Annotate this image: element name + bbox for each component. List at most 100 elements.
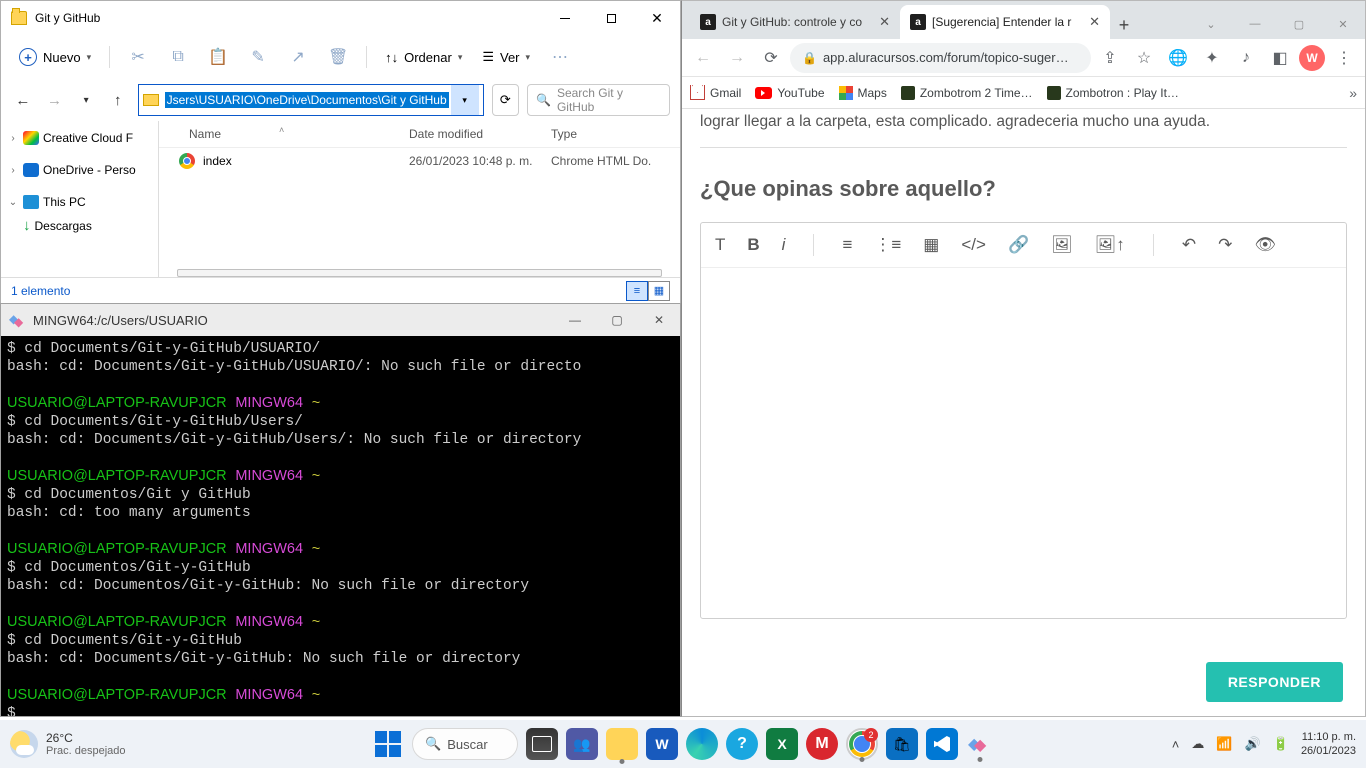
code-button[interactable]: </>	[961, 235, 986, 255]
browser-tab-active[interactable]: a [Sugerencia] Entender la r ✕	[900, 5, 1110, 39]
preview-button[interactable]: 👁	[1254, 235, 1276, 255]
new-tab-button[interactable]: +	[1110, 11, 1138, 39]
tree-item-downloads[interactable]: ↓Descargas	[1, 213, 158, 238]
wifi-icon[interactable]: 📶	[1216, 736, 1232, 752]
more-button[interactable]: ⋯	[542, 41, 578, 73]
bookmark-zombotron[interactable]: Zombotron : Play It…	[1047, 86, 1179, 100]
edge-app[interactable]	[686, 728, 718, 760]
share-button[interactable]: ↗	[280, 41, 316, 73]
refresh-button[interactable]: ⟳	[492, 84, 519, 116]
italic-button[interactable]: i	[782, 235, 786, 255]
nav-history-button[interactable]: ▾	[74, 86, 98, 114]
volume-icon[interactable]: 🔊	[1245, 736, 1261, 752]
minimize-button[interactable]	[542, 1, 588, 35]
side-panel-button[interactable]: ◧	[1265, 43, 1295, 73]
nav-up-button[interactable]: ↑	[106, 86, 130, 114]
column-headers[interactable]: Name˄ Date modified Type	[159, 121, 680, 148]
mega-app[interactable]	[806, 728, 838, 760]
tree-item-onedrive[interactable]: ›OneDrive - Perso	[1, 159, 158, 181]
maximize-button[interactable]: ▢	[596, 304, 638, 336]
taskbar-search[interactable]: 🔍Buscar	[412, 728, 518, 760]
redo-button[interactable]: ↷	[1218, 235, 1232, 255]
undo-button[interactable]: ↶	[1182, 235, 1196, 255]
tab-close-button[interactable]: ✕	[879, 14, 890, 30]
tree-item-this-pc[interactable]: ⌄This PC	[1, 191, 158, 213]
chrome-app[interactable]: 2	[846, 728, 878, 760]
address-dropdown-button[interactable]: ▾	[451, 85, 479, 115]
bookmark-button[interactable]: ☆	[1129, 43, 1159, 73]
table-button[interactable]: ▦	[923, 235, 939, 255]
bookmarks-overflow-button[interactable]: »	[1349, 85, 1357, 101]
url-bar[interactable]: 🔒 app.aluracursos.com/forum/topico-suger…	[790, 43, 1091, 73]
translate-button[interactable]: 🌐	[1163, 43, 1193, 73]
sort-button[interactable]: ↑↓ Ordenar ▾	[377, 46, 470, 69]
bold-button[interactable]: B	[747, 235, 759, 255]
bookmark-maps[interactable]: Maps	[839, 86, 887, 100]
share-button[interactable]: ⇪	[1095, 43, 1125, 73]
paste-button[interactable]: 📋	[200, 41, 236, 73]
git-bash-app[interactable]	[966, 730, 994, 758]
address-bar[interactable]: Jsers\USUARIO\OneDrive\Documentos\Git y …	[138, 84, 484, 116]
terminal-titlebar[interactable]: MINGW64:/c/Users/USUARIO — ▢ ✕	[1, 304, 680, 336]
link-button[interactable]: 🔗	[1008, 235, 1029, 255]
horizontal-scrollbar[interactable]	[177, 269, 662, 277]
numbered-list-button[interactable]: ⋮≡	[874, 235, 901, 255]
tree-item-creative-cloud[interactable]: ›Creative Cloud F	[1, 127, 158, 149]
file-explorer-app[interactable]	[606, 728, 638, 760]
tab-close-button[interactable]: ✕	[1089, 14, 1100, 30]
battery-icon[interactable]: 🔋	[1273, 736, 1289, 752]
nav-forward-button[interactable]: →	[43, 86, 67, 114]
respond-button[interactable]: RESPONDER	[1206, 662, 1343, 702]
minimize-button[interactable]: —	[1233, 9, 1277, 39]
delete-button[interactable]: 🗑	[320, 41, 356, 73]
text-style-button[interactable]: T	[715, 235, 725, 255]
nav-back-button[interactable]: ←	[11, 86, 35, 114]
close-button[interactable]: ✕	[638, 304, 680, 336]
tiles-view-button[interactable]: ▦	[648, 281, 670, 301]
start-button[interactable]	[372, 728, 404, 760]
help-app[interactable]	[726, 728, 758, 760]
maximize-button[interactable]	[588, 1, 634, 35]
clock[interactable]: 11:10 p. m. 26/01/2023	[1301, 730, 1356, 758]
search-input[interactable]: 🔍 Search Git y GitHub	[527, 84, 670, 116]
explorer-titlebar[interactable]: Git y GitHub ✕	[1, 1, 680, 35]
file-row[interactable]: index 26/01/2023 10:48 p. m. Chrome HTML…	[159, 148, 680, 174]
copy-button[interactable]: ⧉	[160, 41, 196, 73]
editor-textarea[interactable]	[701, 268, 1346, 618]
nav-back-button[interactable]: ←	[688, 43, 718, 73]
bookmark-youtube[interactable]: YouTube	[755, 86, 824, 100]
close-button[interactable]: ✕	[634, 1, 680, 35]
profile-avatar[interactable]: W	[1299, 45, 1325, 71]
onedrive-tray-icon[interactable]: ☁	[1191, 736, 1204, 752]
weather-widget[interactable]: 26°C Prac. despejado	[10, 730, 126, 758]
menu-button[interactable]: ⋮	[1329, 43, 1359, 73]
col-name[interactable]: Name	[189, 127, 221, 141]
task-view-button[interactable]	[526, 728, 558, 760]
excel-app[interactable]	[766, 728, 798, 760]
bullet-list-button[interactable]: ≡	[842, 235, 852, 255]
terminal-body[interactable]: $ cd Documents/Git-y-GitHub/USUARIO/ bas…	[1, 336, 680, 716]
rename-button[interactable]: ✎	[240, 41, 276, 73]
address-text[interactable]: Jsers\USUARIO\OneDrive\Documentos\Git y …	[165, 92, 449, 108]
tab-search-button[interactable]: ⌄	[1189, 9, 1233, 39]
store-app[interactable]	[886, 728, 918, 760]
col-type[interactable]: Type	[551, 127, 680, 141]
cut-button[interactable]: ✂	[120, 41, 156, 73]
reading-list-button[interactable]: ♪	[1231, 43, 1261, 73]
view-button[interactable]: ☰ Ver ▾	[474, 45, 538, 69]
image-button[interactable]: 🖼	[1051, 235, 1073, 255]
vscode-app[interactable]	[926, 728, 958, 760]
word-app[interactable]	[646, 728, 678, 760]
reload-button[interactable]: ⟳	[756, 43, 786, 73]
maximize-button[interactable]: ▢	[1277, 9, 1321, 39]
browser-tab[interactable]: a Git y GitHub: controle y co ✕	[690, 5, 900, 39]
upload-image-button[interactable]: 🖼↑	[1095, 235, 1125, 255]
bookmark-zombotrom[interactable]: Zombotrom 2 Time…	[901, 86, 1033, 100]
nav-forward-button[interactable]: →	[722, 43, 752, 73]
minimize-button[interactable]: —	[554, 304, 596, 336]
close-button[interactable]: ✕	[1321, 9, 1365, 39]
details-view-button[interactable]: ≡	[626, 281, 648, 301]
chat-button[interactable]	[566, 728, 598, 760]
bookmark-gmail[interactable]: Gmail	[690, 85, 741, 100]
tray-overflow-button[interactable]: ˄	[1172, 737, 1180, 752]
